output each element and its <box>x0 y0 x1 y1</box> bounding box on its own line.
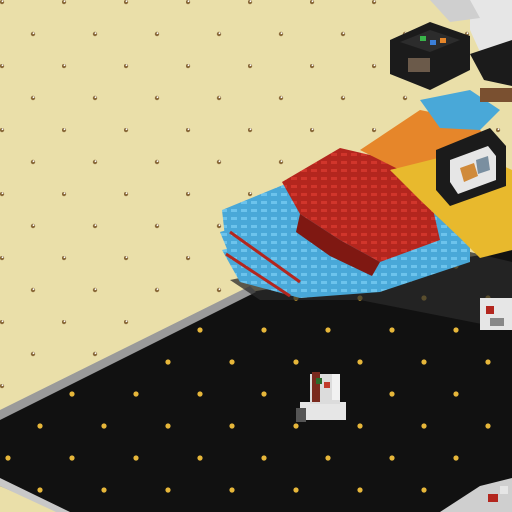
brown-beam <box>480 88 512 102</box>
robot-arm-left <box>312 372 320 402</box>
game-scene[interactable] <box>0 0 512 512</box>
small-bot-panel <box>490 318 504 326</box>
small-bot-light <box>486 306 494 314</box>
small-white-bot[interactable] <box>480 298 512 330</box>
debris-white <box>500 486 508 494</box>
robot-arm-right <box>332 374 340 400</box>
blue-button-icon[interactable] <box>430 40 436 45</box>
robot-light-red <box>324 382 330 388</box>
orange-button-icon[interactable] <box>440 38 446 43</box>
control-box-window <box>408 58 430 72</box>
robot-foot <box>296 408 306 422</box>
debris-red <box>488 494 498 502</box>
robot-light-green <box>316 378 322 384</box>
green-button-icon[interactable] <box>420 36 426 41</box>
robot-base <box>300 402 346 420</box>
